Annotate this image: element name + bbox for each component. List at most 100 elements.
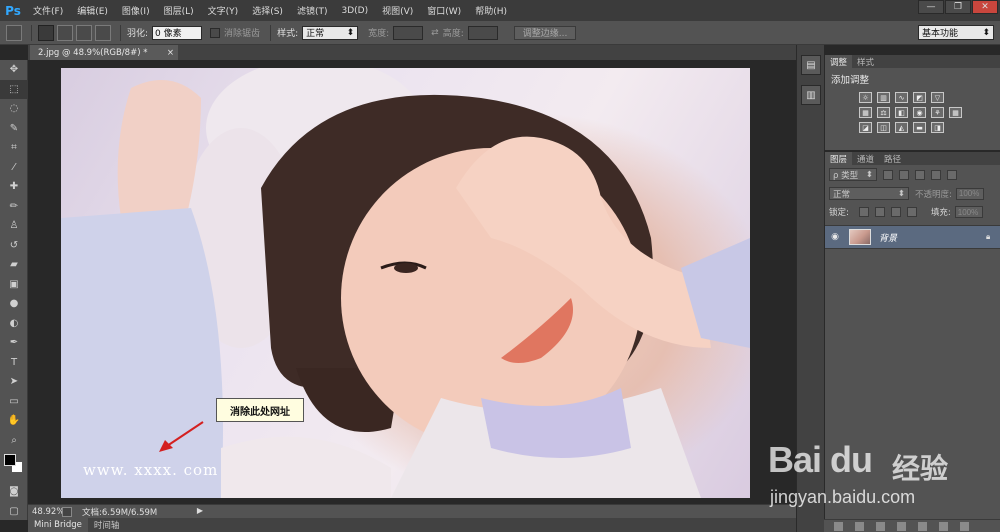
status-info-icon[interactable] bbox=[62, 506, 72, 517]
layer-filter-select[interactable]: ρ 类型 ⬍ bbox=[829, 168, 877, 181]
menu-filter[interactable]: 滤镜(T) bbox=[290, 4, 335, 17]
channel-mixer-icon[interactable]: ⚘ bbox=[931, 107, 944, 118]
layer-style-icon[interactable] bbox=[855, 521, 864, 531]
document-canvas[interactable]: 消除此处网址 www. xxxx. com bbox=[61, 68, 750, 498]
brush-tool-icon[interactable]: ✏ bbox=[0, 197, 28, 217]
eyedropper-icon[interactable]: ⁄ bbox=[0, 158, 28, 178]
eye-icon[interactable]: ◉ bbox=[825, 232, 845, 242]
crop-tool-icon[interactable]: ⌗ bbox=[0, 138, 28, 158]
lasso-tool-icon[interactable]: ◌ bbox=[0, 99, 28, 119]
history-brush-icon[interactable]: ↺ bbox=[0, 236, 28, 256]
rectangular-marquee-icon[interactable]: ⬚ bbox=[0, 79, 28, 99]
brightness-icon[interactable]: ☼ bbox=[859, 92, 872, 103]
tab-timeline[interactable]: 时间轴 bbox=[88, 518, 126, 532]
menu-3d[interactable]: 3D(D) bbox=[334, 6, 375, 16]
style-select[interactable]: 正常 ⬍ bbox=[302, 25, 359, 40]
invert-icon[interactable]: ◪ bbox=[859, 122, 872, 133]
zoom-tool-icon[interactable]: ⌕ bbox=[0, 431, 28, 451]
dodge-tool-icon[interactable]: ◐ bbox=[0, 314, 28, 334]
menu-type[interactable]: 文字(Y) bbox=[201, 4, 246, 17]
lock-transparent-icon[interactable] bbox=[858, 207, 869, 217]
layer-name[interactable]: 背景 bbox=[879, 231, 986, 244]
filter-pixel-icon[interactable] bbox=[883, 169, 893, 180]
eraser-icon[interactable]: ▰ bbox=[0, 255, 28, 275]
photo-filter-icon[interactable]: ◉ bbox=[913, 107, 926, 118]
refine-edge-button[interactable]: 调整边缘... bbox=[513, 25, 577, 40]
layer-row[interactable]: ◉ 背景 🔒︎ bbox=[825, 225, 1000, 249]
antialias-checkbox[interactable] bbox=[210, 27, 221, 38]
lock-position-icon[interactable] bbox=[890, 207, 901, 217]
color-swatches[interactable] bbox=[0, 450, 28, 482]
blend-mode-select[interactable]: 正常 ⬍ bbox=[829, 187, 909, 200]
selective-color-icon[interactable]: ◨ bbox=[931, 122, 944, 133]
color-balance-icon[interactable]: ⚖ bbox=[877, 107, 890, 118]
levels-icon[interactable]: ▥ bbox=[877, 92, 890, 103]
lock-image-icon[interactable] bbox=[874, 207, 885, 217]
delete-layer-icon[interactable] bbox=[960, 521, 969, 531]
tab-styles[interactable]: 样式 bbox=[852, 55, 879, 68]
foreground-color-swatch[interactable] bbox=[4, 454, 16, 466]
add-selection-icon[interactable] bbox=[57, 24, 73, 41]
type-tool-icon[interactable]: T bbox=[0, 353, 28, 373]
close-button[interactable]: ✕ bbox=[972, 0, 998, 14]
move-tool-icon[interactable]: ✥ bbox=[0, 60, 28, 80]
quick-selection-icon[interactable]: ✎ bbox=[0, 119, 28, 139]
color-lookup-icon[interactable]: ▦ bbox=[949, 107, 962, 118]
threshold-icon[interactable]: ◭ bbox=[895, 122, 908, 133]
document-tab[interactable]: 2.jpg @ 48.9%(RGB/8#) * × bbox=[30, 45, 178, 60]
posterize-icon[interactable]: ◫ bbox=[877, 122, 890, 133]
clone-stamp-icon[interactable]: ♙ bbox=[0, 216, 28, 236]
pen-tool-icon[interactable]: ✒ bbox=[0, 333, 28, 353]
menu-view[interactable]: 视图(V) bbox=[375, 4, 420, 17]
marquee-preset-icon[interactable] bbox=[6, 24, 22, 41]
add-mask-icon[interactable] bbox=[876, 521, 885, 531]
height-input[interactable] bbox=[467, 25, 498, 40]
width-input[interactable] bbox=[393, 25, 424, 40]
filter-type-icon[interactable] bbox=[915, 169, 925, 180]
properties-panel-icon[interactable]: ▥ bbox=[801, 85, 821, 105]
screen-mode-icon[interactable]: ▢ bbox=[0, 502, 28, 522]
blur-tool-icon[interactable]: ● bbox=[0, 294, 28, 314]
new-selection-icon[interactable] bbox=[38, 24, 54, 41]
tab-layers[interactable]: 图层 bbox=[825, 152, 853, 165]
new-layer-icon[interactable] bbox=[939, 521, 948, 531]
tab-paths[interactable]: 路径 bbox=[879, 152, 906, 165]
black-white-icon[interactable]: ◧ bbox=[895, 107, 908, 118]
menu-image[interactable]: 图像(I) bbox=[115, 4, 157, 17]
tab-adjustments[interactable]: 调整 bbox=[825, 55, 853, 68]
gradient-map-icon[interactable]: ▬ bbox=[913, 122, 926, 133]
opacity-input[interactable] bbox=[955, 187, 984, 200]
subtract-selection-icon[interactable] bbox=[76, 24, 92, 41]
curves-icon[interactable]: ∿ bbox=[895, 92, 908, 103]
hue-saturation-icon[interactable]: ▦ bbox=[859, 107, 872, 118]
feather-input[interactable] bbox=[152, 25, 203, 40]
menu-help[interactable]: 帮助(H) bbox=[468, 4, 514, 17]
menu-window[interactable]: 窗口(W) bbox=[420, 4, 468, 17]
zoom-level[interactable]: 48.92% bbox=[28, 507, 64, 517]
gradient-tool-icon[interactable]: ▣ bbox=[0, 275, 28, 295]
restore-button[interactable]: ❐ bbox=[945, 0, 971, 14]
link-layers-icon[interactable] bbox=[834, 521, 843, 531]
menu-layer[interactable]: 图层(L) bbox=[157, 4, 201, 17]
tab-mini-bridge[interactable]: Mini Bridge bbox=[28, 518, 88, 532]
spot-healing-icon[interactable]: ✚ bbox=[0, 177, 28, 197]
lock-all-icon[interactable] bbox=[906, 207, 917, 217]
hand-tool-icon[interactable]: ✋ bbox=[0, 411, 28, 431]
quick-mask-icon[interactable]: ◙ bbox=[0, 482, 28, 502]
swap-icon[interactable]: ⇄ bbox=[431, 28, 439, 38]
new-group-icon[interactable] bbox=[918, 521, 927, 531]
new-fill-layer-icon[interactable] bbox=[897, 521, 906, 531]
intersect-selection-icon[interactable] bbox=[95, 24, 111, 41]
close-icon[interactable]: × bbox=[167, 48, 174, 58]
filter-adjustment-icon[interactable] bbox=[899, 169, 909, 180]
fill-input[interactable] bbox=[954, 206, 983, 218]
workspace-select[interactable]: 基本功能 ⬍ bbox=[918, 25, 994, 40]
play-icon[interactable]: ▶ bbox=[197, 506, 203, 518]
exposure-icon[interactable]: ◩ bbox=[913, 92, 926, 103]
history-panel-icon[interactable]: ▤ bbox=[801, 55, 821, 75]
menu-select[interactable]: 选择(S) bbox=[245, 4, 290, 17]
path-selection-icon[interactable]: ➤ bbox=[0, 372, 28, 392]
tab-channels[interactable]: 通道 bbox=[852, 152, 879, 165]
filter-smart-icon[interactable] bbox=[947, 169, 957, 180]
shape-tool-icon[interactable]: ▭ bbox=[0, 392, 28, 412]
